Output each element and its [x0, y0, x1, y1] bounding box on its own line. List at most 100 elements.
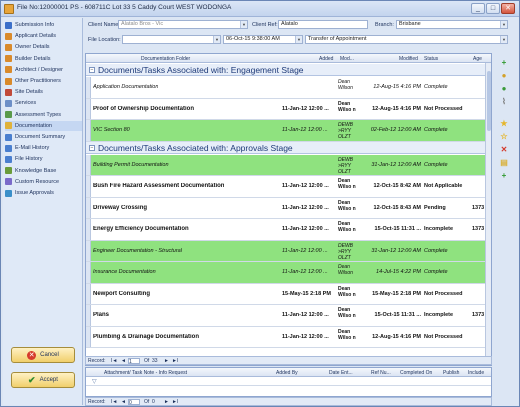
table-row[interactable]: Driveway Crossing 11-Jan-12 12:00 ... Dean… [86, 197, 491, 219]
vertical-scrollbar[interactable] [485, 63, 491, 365]
table-row[interactable]: Plans 11-Jan-12 12:00 ... Dean Wilso n 15-O… [86, 305, 491, 327]
pager-prev-button[interactable]: ◄ [121, 358, 126, 364]
accept-button[interactable]: ✔ Accept [11, 372, 75, 388]
pager-last-button[interactable]: ►I [172, 358, 178, 364]
collapse-icon[interactable]: − [89, 67, 95, 73]
pager-current-input[interactable]: 1 [128, 358, 140, 365]
column-mod[interactable]: Mod... [340, 56, 354, 62]
pager-next-button[interactable]: ► [164, 358, 169, 364]
paperclip-icon[interactable]: ⌇ [498, 96, 510, 106]
client-ref-field[interactable]: Alatalo [278, 20, 368, 29]
sidebar-item-services[interactable]: Services [5, 98, 82, 108]
column-age[interactable]: Age [473, 56, 482, 62]
row-indicator[interactable] [86, 240, 91, 261]
modified-date: 12-Oct-15 8:43 AM [373, 204, 421, 211]
cancel-button[interactable]: ✕ Cancel [11, 347, 75, 363]
delete-icon[interactable]: ✕ [498, 144, 510, 154]
chevron-down-icon[interactable]: ▼ [213, 36, 220, 43]
pager2-last-button[interactable]: ►I [172, 399, 178, 405]
sidebar-item-custom-resource[interactable]: Custom Resource [5, 177, 82, 187]
filter-icon[interactable]: ▽ [92, 378, 97, 385]
column-added-by[interactable]: Added By [276, 370, 298, 376]
pager2-prev-button[interactable]: ◄ [121, 399, 126, 405]
chevron-down-icon[interactable]: ▼ [500, 36, 507, 43]
column-status[interactable]: Status [424, 56, 438, 62]
column-completed-on[interactable]: Completed On [400, 370, 432, 376]
pin-green-icon[interactable]: ● [498, 83, 510, 93]
row-indicator[interactable] [86, 283, 91, 304]
close-button[interactable]: ✕ [501, 3, 515, 14]
column-publish[interactable]: Publish [443, 370, 459, 376]
add-icon[interactable]: + [498, 57, 510, 67]
status-text: Incomplete [424, 312, 454, 319]
row-indicator[interactable] [86, 326, 91, 347]
sidebar-item-submission-info[interactable]: Submission Info [5, 20, 82, 30]
row-indicator[interactable] [86, 77, 91, 98]
sidebar-item-site-details[interactable]: Site Details [5, 87, 82, 97]
sidebar-item-applicant-details[interactable]: Applicant Details [5, 31, 82, 41]
column-include[interactable]: Include [468, 370, 484, 376]
group-header[interactable]: − Documents/Tasks Associated with: Approv… [86, 141, 491, 154]
column-ref-number[interactable]: Ref Nu... [371, 370, 391, 376]
modified-date: 12-Aug-15 4:16 PM [373, 84, 421, 91]
column-documentation-folder[interactable]: Documentation Folder [141, 56, 190, 62]
column-added[interactable]: Added [319, 56, 333, 62]
scrollbar-thumb[interactable] [487, 71, 491, 131]
client-name-field[interactable]: Alatalo Bros - Vic ▼ [118, 20, 248, 29]
sidebar-item-owner-details[interactable]: Owner Details [5, 42, 82, 52]
folder-icon[interactable]: ▤ [498, 157, 510, 167]
branch-field[interactable]: Brisbane ▼ [396, 20, 508, 29]
row-indicator[interactable] [86, 305, 91, 326]
sidebar-item-assessment-types[interactable]: Assessment Types [5, 110, 82, 120]
sidebar-item-builder-details[interactable]: Builder Details [5, 54, 82, 64]
table-row[interactable]: Newport Consulting 15-May-15 2:18 PM Dean … [86, 283, 491, 305]
maximize-button[interactable]: □ [486, 3, 500, 14]
chevron-down-icon[interactable]: ▼ [295, 36, 302, 43]
pager2-current-input[interactable]: 0 [128, 399, 140, 406]
row-indicator[interactable] [86, 197, 91, 218]
table-row[interactable]: Engineer Documentation - Structural 11-Ja… [86, 240, 491, 262]
transfer-field[interactable]: Transfer of Appointment ▼ [305, 35, 508, 44]
chevron-down-icon[interactable]: ▼ [500, 21, 507, 28]
sidebar-item-file-history[interactable]: File History [5, 154, 82, 164]
column-modified[interactable]: Modified [399, 56, 418, 62]
date-field[interactable]: 06-Oct-15 9:38:00 AM ▼ [223, 35, 303, 44]
column-date-entered[interactable]: Date Ent... [329, 370, 353, 376]
column-attachment[interactable]: Attachment/ Task Note - Info Request [104, 370, 187, 376]
pager2-next-button[interactable]: ► [164, 399, 169, 405]
minimize-button[interactable]: _ [471, 3, 485, 14]
sidebar-item-documentation[interactable]: Documentation [5, 120, 82, 131]
star-icon[interactable]: ★ [498, 118, 510, 128]
group-header[interactable]: − Documents/Tasks Associated with: Engage… [86, 64, 491, 76]
sidebar-item-architect-designer[interactable]: Architect / Designer [5, 65, 82, 75]
sidebar-item-document-summary[interactable]: Document Summary [5, 132, 82, 142]
row-indicator[interactable] [86, 154, 91, 175]
table-row[interactable]: Plumbing & Drainage Documentation 11-Jan-… [86, 326, 491, 348]
star-outline-icon[interactable]: ☆ [498, 131, 510, 141]
add-green-icon[interactable]: + [498, 170, 510, 180]
row-indicator[interactable] [86, 219, 91, 240]
table-row[interactable]: Proof of Ownership Documentation 11-Jan-1… [86, 98, 491, 120]
table-row[interactable]: Energy Efficiency Documentation 11-Jan-12… [86, 219, 491, 241]
pager2-first-button[interactable]: I◄ [111, 399, 117, 405]
table-row[interactable]: Building Permit Documentation DEWB >RYY O… [86, 154, 491, 176]
table-row[interactable]: VIC Section 80 11-Jan-12 12:00 ... DEWB >R… [86, 120, 491, 142]
chevron-down-icon[interactable]: ▼ [240, 21, 247, 28]
table-row[interactable]: Insurance Documentation 11-Jan-12 12:00 .… [86, 262, 491, 284]
filter-row[interactable]: ▽ [86, 377, 491, 386]
collapse-icon[interactable]: − [89, 144, 95, 151]
pin-icon[interactable]: ● [498, 70, 510, 80]
table-row[interactable]: Bush Fire Hazard Assessment Documentatio… [86, 176, 491, 198]
pager-of-label: Of [144, 358, 150, 364]
row-indicator[interactable] [86, 98, 91, 119]
row-indicator[interactable] [86, 176, 91, 197]
row-indicator[interactable] [86, 120, 91, 141]
row-indicator[interactable] [86, 262, 91, 283]
pager-first-button[interactable]: I◄ [111, 358, 117, 364]
sidebar-item-knowledge-base[interactable]: Knowledge Base [5, 166, 82, 176]
sidebar-item-e-mail-history[interactable]: E-Mail History [5, 143, 82, 153]
sidebar-item-other-practitioners[interactable]: Other Practitioners [5, 76, 82, 86]
table-row[interactable]: Application Documentation Dean Wilson 12-A… [86, 77, 491, 99]
file-location-field[interactable]: ▼ [122, 35, 221, 44]
sidebar-item-issue-approvals[interactable]: Issue Approvals [5, 188, 82, 198]
